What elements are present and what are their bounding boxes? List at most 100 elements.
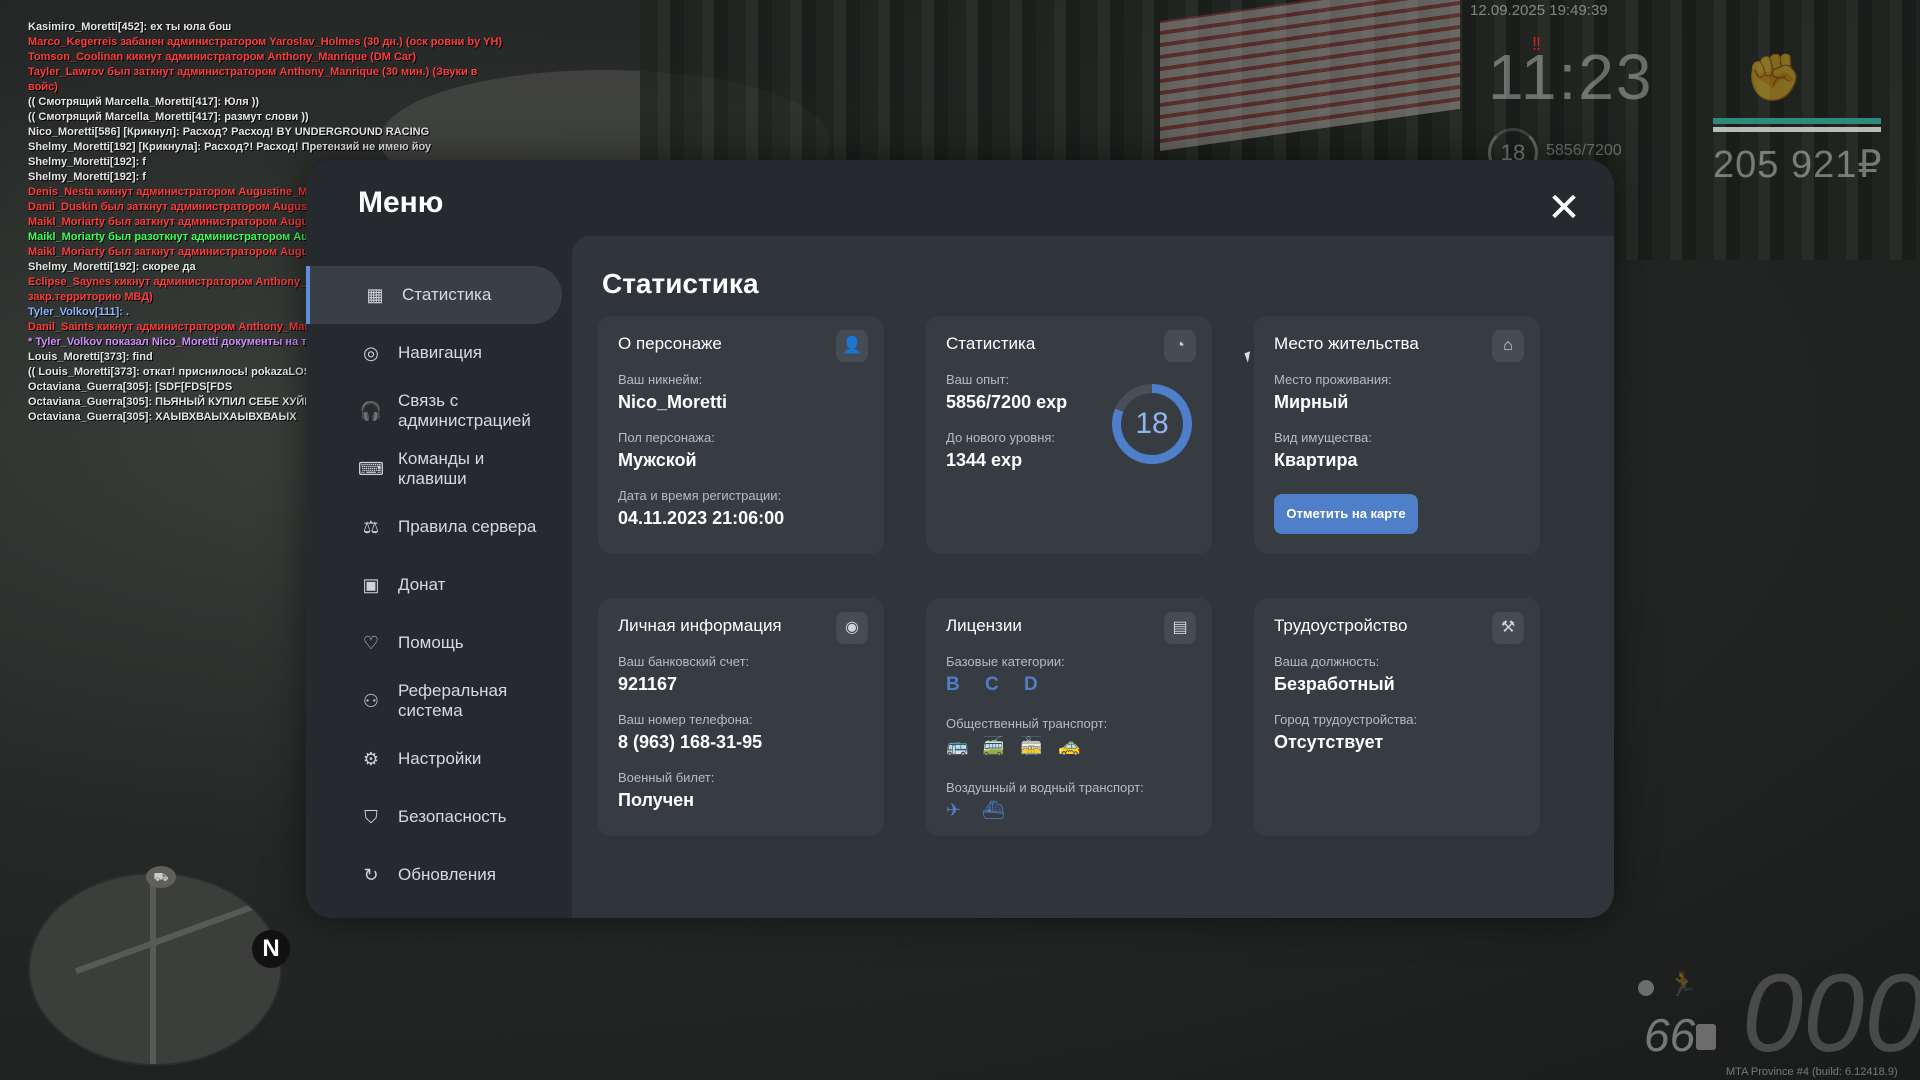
work-city-value: Отсутствует bbox=[1274, 732, 1384, 752]
fist-icon: ✊ bbox=[1745, 51, 1803, 103]
nav-item[interactable]: ⌨ Команды и клавиши bbox=[306, 440, 566, 498]
gender-value: Мужской bbox=[618, 450, 697, 470]
shield-icon: ⛉ bbox=[364, 806, 378, 827]
card-title: О персонаже bbox=[618, 334, 722, 353]
trolleybus-icon: 🚎 bbox=[982, 736, 1005, 756]
health-bar bbox=[1713, 127, 1881, 132]
registration-value: 04.11.2023 21:06:00 bbox=[618, 508, 785, 528]
nav-item[interactable]: ◎ Навигация bbox=[306, 324, 566, 382]
nav-item-label: Правила сервера bbox=[398, 517, 537, 536]
wallet-icon: ▣ bbox=[362, 574, 380, 595]
chat-line: Tayler_Lawrov был заткнут администраторо… bbox=[28, 66, 478, 93]
profile-circle-icon: ◉ bbox=[836, 612, 868, 644]
card-title: Место жительства bbox=[1274, 334, 1419, 353]
tram-icon: 🚋 bbox=[1020, 736, 1043, 756]
nav-item-label: Команды и клавиши bbox=[398, 449, 485, 488]
nav-item[interactable]: ▦ Статистика bbox=[306, 266, 562, 324]
runner-icon: 🏃 bbox=[1668, 971, 1698, 998]
nav-item[interactable]: ⚖ Правила сервера bbox=[306, 498, 566, 556]
base-categories-value: B C D bbox=[946, 674, 1048, 695]
heart-hand-icon: ♡ bbox=[362, 632, 380, 653]
registration-label: Дата и время регистрации: bbox=[618, 488, 782, 503]
nav-item[interactable]: ⛉ Безопасность bbox=[306, 788, 566, 846]
hud-money: 205 921₽ bbox=[1713, 144, 1883, 186]
clock-icon: ◔ bbox=[1164, 330, 1196, 362]
home-icon: ⌂ bbox=[1492, 330, 1524, 362]
card-personal: Личная информация ◉ Ваш банковский счет:… bbox=[598, 598, 884, 836]
nav-item[interactable]: ⚇ Реферальная система bbox=[306, 672, 566, 730]
fuel-icon bbox=[1696, 1024, 1716, 1050]
status-dot-icon bbox=[1638, 980, 1654, 996]
plane-icon: ✈ bbox=[946, 800, 962, 820]
nav-item[interactable]: ⚙ Настройки bbox=[306, 730, 566, 788]
compass-icon: ◎ bbox=[363, 342, 379, 363]
card-stats: Статистика ◔ Ваш опыт: 5856/7200 exp До … bbox=[926, 316, 1212, 554]
card-title: Лицензии bbox=[946, 616, 1022, 635]
menu-window: Меню ✕ ▦ Статистика ◎ Навигация 🎧 Связь с адм… bbox=[306, 160, 1614, 918]
military-value: Получен bbox=[618, 790, 695, 810]
chat-line: Kasimiro_Moretti[452]: ex ты юла бош bbox=[28, 21, 232, 33]
card-residence: Место жительства ⌂ Место проживания: Мир… bbox=[1254, 316, 1540, 554]
nav-item-label: Навигация bbox=[398, 343, 482, 362]
armor-bar bbox=[1713, 118, 1881, 124]
menu-title: Меню bbox=[358, 186, 444, 219]
nav-item[interactable]: ↻ Обновления bbox=[306, 846, 566, 904]
card-character: О персонаже 👤 Ваш никнейм: Nico_Moretti … bbox=[598, 316, 884, 554]
public-transport-label: Общественный транспорт: bbox=[946, 716, 1108, 731]
chat-line: Shelmy_Moretti[192] [Крикнула]: Расход?!… bbox=[28, 141, 432, 153]
user-icon: 👤 bbox=[836, 330, 868, 362]
gender-label: Пол персонажа: bbox=[618, 430, 715, 445]
level-progress-ring: 18 bbox=[1112, 384, 1192, 464]
headset-icon: 🎧 bbox=[359, 400, 383, 421]
gear-icon: ⚙ bbox=[362, 748, 380, 769]
nav-item-label: Реферальная система bbox=[398, 681, 508, 720]
chat-line: Marco_Kegerreis забанен администратором … bbox=[28, 36, 503, 48]
phone-value: 8 (963) 168-31-95 bbox=[618, 732, 763, 752]
hud-datetime: 12.09.2025 19:49:39 bbox=[1470, 2, 1608, 19]
position-value: Безработный bbox=[1274, 674, 1395, 694]
residence-place-value: Мирный bbox=[1274, 392, 1349, 412]
nav-item[interactable]: ♡ Помощь bbox=[306, 614, 566, 672]
referral-icon: ⚇ bbox=[362, 690, 380, 711]
bank-label: Ваш банковский счет: bbox=[618, 654, 750, 669]
truck-icon: ⛟ bbox=[146, 866, 176, 888]
mark-on-map-button[interactable]: Отметить на карте bbox=[1274, 494, 1418, 534]
property-type-value: Квартира bbox=[1274, 450, 1358, 470]
bank-value: 921167 bbox=[618, 674, 678, 694]
next-level-value: 1344 exp bbox=[946, 450, 1023, 470]
card-licenses: Лицензии ▤ Базовые категории: B C D Обще… bbox=[926, 598, 1212, 836]
compass-north-icon: N bbox=[252, 930, 290, 968]
taxi-icon: 🚕 bbox=[1058, 736, 1081, 756]
nickname-value: Nico_Moretti bbox=[618, 392, 728, 412]
hammer-icon: ⚒ bbox=[1492, 612, 1524, 644]
close-icon[interactable]: ✕ bbox=[1546, 188, 1582, 228]
nav-item-label: Безопасность bbox=[398, 807, 507, 826]
speedometer: 000 bbox=[1742, 952, 1920, 1075]
chat-line: (( Смотрящий Marcella_Moretti[417]: разм… bbox=[28, 111, 309, 123]
chat-line: (( Смотрящий Marcella_Moretti[417]: Юля … bbox=[28, 96, 260, 108]
card-employment: Трудоустройство ⚒ Ваша должность: Безраб… bbox=[1254, 598, 1540, 836]
refresh-icon: ↻ bbox=[363, 864, 379, 885]
chart-icon: ▦ bbox=[366, 284, 384, 305]
build-info: MTA Province #4 (build: 6.12418.9) bbox=[1726, 1066, 1898, 1078]
hud-clock: 11:23 bbox=[1488, 41, 1654, 113]
phone-label: Ваш номер телефона: bbox=[618, 712, 753, 727]
level-number: 18 bbox=[1121, 393, 1183, 455]
base-categories-label: Базовые категории: bbox=[946, 654, 1065, 669]
nickname-label: Ваш никнейм: bbox=[618, 372, 703, 387]
nav-item-label: Обновления bbox=[398, 865, 496, 884]
license-icon: ▤ bbox=[1164, 612, 1196, 644]
nav-item[interactable]: ▣ Донат bbox=[306, 556, 566, 614]
nav-item-label: Настройки bbox=[398, 749, 482, 768]
nav-item[interactable]: 🎧 Связь с администрацией bbox=[306, 382, 566, 440]
card-title: Трудоустройство bbox=[1274, 616, 1408, 635]
chat-line: Tomson_Coolinan кикнут администратором A… bbox=[28, 51, 416, 63]
boat-icon: ⛴ bbox=[982, 800, 1005, 820]
nav-item-label: Связь с администрацией bbox=[398, 391, 531, 430]
keyboard-icon: ⌨ bbox=[358, 458, 384, 479]
content-title: Статистика bbox=[602, 268, 759, 299]
nav-item-label: Помощь bbox=[398, 633, 464, 652]
nav-item-label: Статистика bbox=[402, 285, 492, 304]
nav-item-label: Донат bbox=[398, 575, 446, 594]
next-level-label: До нового уровня: bbox=[946, 430, 1056, 445]
